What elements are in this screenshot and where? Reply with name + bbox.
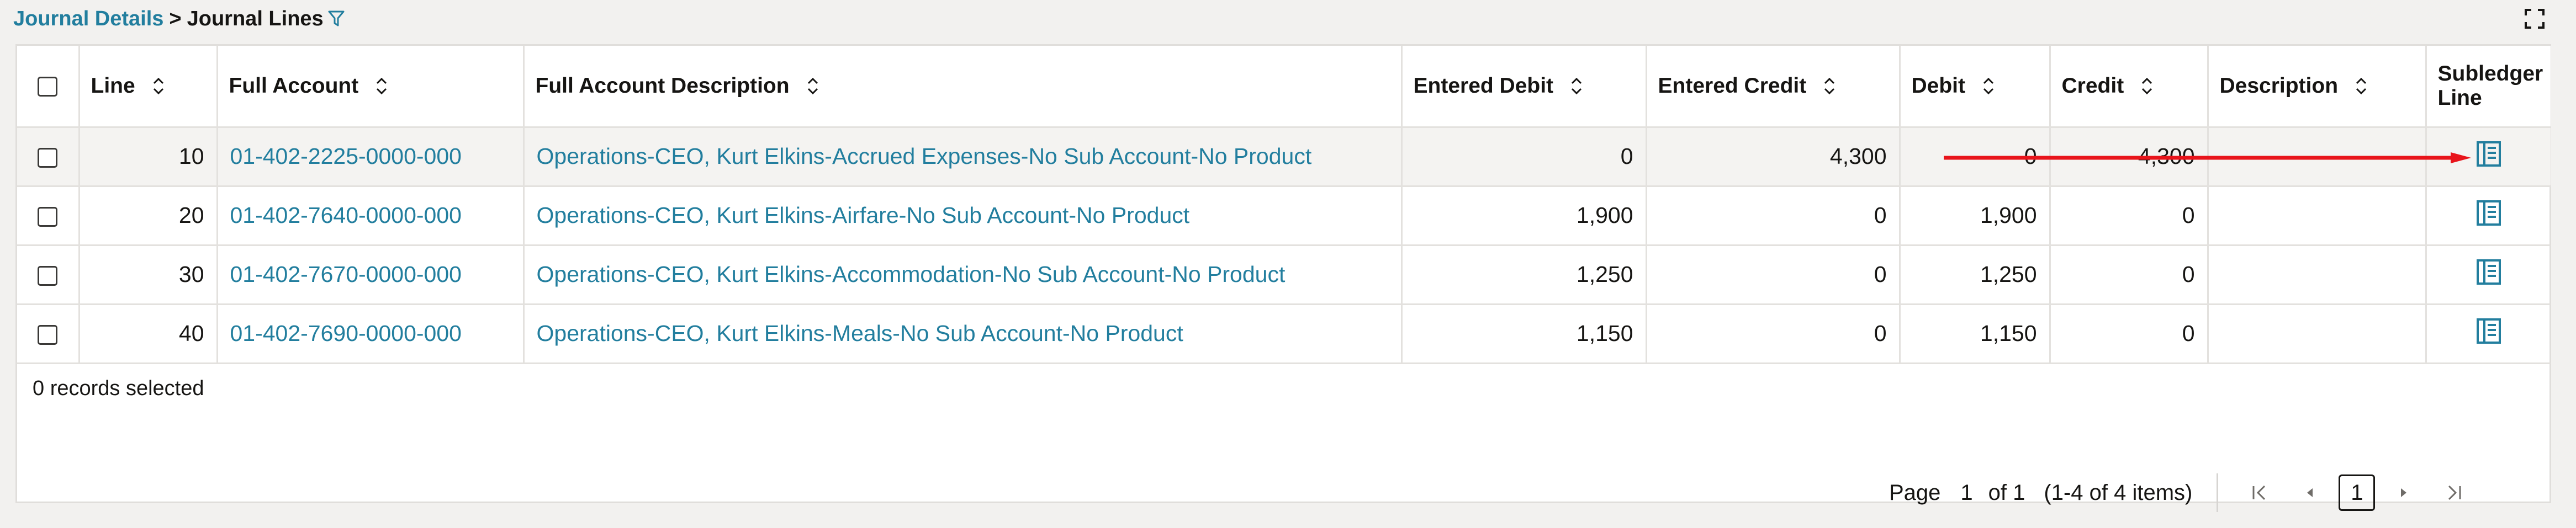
entered-debit: 1,150 <box>1401 304 1647 364</box>
row-checkbox[interactable] <box>38 148 58 168</box>
page-of-label: of 1 <box>1988 480 2025 505</box>
entered-debit: 1,900 <box>1401 186 1647 246</box>
pager-divider <box>2217 473 2219 512</box>
row-select-cell <box>17 304 80 364</box>
row-checkbox[interactable] <box>38 266 58 286</box>
column-header-credit[interactable]: Credit <box>2050 46 2209 128</box>
row-select-cell <box>17 186 80 246</box>
entered-credit: 0 <box>1646 245 1901 305</box>
select-all-header <box>17 46 80 128</box>
credit: 0 <box>2050 245 2209 305</box>
credit: 0 <box>2050 304 2209 364</box>
sort-icon[interactable] <box>1982 76 1995 96</box>
breadcrumb-separator: > <box>169 7 182 30</box>
journal-lines-panel: Line Full Account Full Account Descripti… <box>15 44 2551 512</box>
page-number-value: 1 <box>1960 480 1973 505</box>
full-account-link[interactable]: 01-402-2225-0000-000 <box>217 127 525 187</box>
full-account-link[interactable]: 01-402-7690-0000-000 <box>217 304 525 364</box>
sort-icon[interactable] <box>1823 76 1836 96</box>
select-all-checkbox[interactable] <box>38 77 58 97</box>
table-row[interactable]: 30 01-402-7670-0000-000 Operations-CEO, … <box>17 245 2551 305</box>
line-number: 40 <box>79 304 218 364</box>
filter-icon[interactable] <box>328 10 345 28</box>
table-row[interactable]: 20 01-402-7640-0000-000 Operations-CEO, … <box>17 186 2551 246</box>
full-account-link[interactable]: 01-402-7670-0000-000 <box>217 245 525 305</box>
row-checkbox[interactable] <box>38 207 58 227</box>
row-select-cell <box>17 127 80 187</box>
entered-credit: 0 <box>1646 304 1901 364</box>
current-page-button[interactable]: 1 <box>2339 474 2376 511</box>
entered-credit: 4,300 <box>1646 127 1901 187</box>
line-number: 30 <box>79 245 218 305</box>
entered-debit: 0 <box>1401 127 1647 187</box>
subledger-line-cell <box>2426 304 2551 364</box>
full-account-link[interactable]: 01-402-7640-0000-000 <box>217 186 525 246</box>
row-select-cell <box>17 245 80 305</box>
column-header-description[interactable]: Description <box>2208 46 2427 128</box>
previous-page-icon[interactable] <box>2284 473 2334 512</box>
journal-lines-table: Line Full Account Full Account Descripti… <box>17 46 2551 364</box>
description <box>2208 186 2427 246</box>
description <box>2208 245 2427 305</box>
breadcrumb-journal-details-link[interactable]: Journal Details <box>13 7 163 31</box>
entered-debit: 1,250 <box>1401 245 1647 305</box>
row-checkbox[interactable] <box>38 325 58 345</box>
column-header-line[interactable]: Line <box>79 46 218 128</box>
document-list-icon[interactable] <box>2474 199 2503 227</box>
column-header-subledger-line: Subledger Line <box>2426 46 2551 128</box>
table-row[interactable]: 40 01-402-7690-0000-000 Operations-CEO, … <box>17 304 2551 364</box>
debit: 1,150 <box>1900 304 2051 364</box>
full-account-description-link[interactable]: Operations-CEO, Kurt Elkins-Accrued Expe… <box>523 127 1403 187</box>
next-page-icon[interactable] <box>2379 473 2429 512</box>
full-account-description-link[interactable]: Operations-CEO, Kurt Elkins-Accommodatio… <box>523 245 1403 305</box>
sort-icon[interactable] <box>2140 76 2154 96</box>
expand-icon[interactable] <box>2524 8 2546 30</box>
full-account-description-link[interactable]: Operations-CEO, Kurt Elkins-Meals-No Sub… <box>523 304 1403 364</box>
sort-icon[interactable] <box>152 76 165 96</box>
full-account-description-link[interactable]: Operations-CEO, Kurt Elkins-Airfare-No S… <box>523 186 1403 246</box>
pagination: Page 1 of 1 (1-4 of 4 items) 1 <box>1889 468 2479 518</box>
description <box>2208 304 2427 364</box>
document-list-icon[interactable] <box>2474 317 2503 345</box>
sort-icon[interactable] <box>806 76 819 96</box>
column-header-full-account[interactable]: Full Account <box>217 46 525 128</box>
column-header-entered-credit[interactable]: Entered Credit <box>1646 46 1901 128</box>
first-page-icon[interactable] <box>2235 473 2284 512</box>
records-selected-status: 0 records selected <box>33 377 204 400</box>
line-number: 10 <box>79 127 218 187</box>
document-list-icon[interactable] <box>2474 140 2503 168</box>
page-title: Journal Lines <box>187 7 324 30</box>
line-number: 20 <box>79 186 218 246</box>
items-range-label: (1-4 of 4 items) <box>2044 480 2193 505</box>
breadcrumb: Journal Details > Journal Lines <box>13 2 345 35</box>
debit: 1,250 <box>1900 245 2051 305</box>
subledger-line-cell <box>2426 245 2551 305</box>
column-header-entered-debit[interactable]: Entered Debit <box>1401 46 1647 128</box>
sort-icon[interactable] <box>375 76 388 96</box>
last-page-icon[interactable] <box>2429 473 2479 512</box>
page-label: Page <box>1889 480 1941 505</box>
debit: 1,900 <box>1900 186 2051 246</box>
credit: 0 <box>2050 186 2209 246</box>
annotation-arrow <box>1944 152 2471 163</box>
sort-icon[interactable] <box>1570 76 1583 96</box>
sort-icon[interactable] <box>2355 76 2368 96</box>
column-header-full-account-description[interactable]: Full Account Description <box>523 46 1403 128</box>
entered-credit: 0 <box>1646 186 1901 246</box>
subledger-line-cell <box>2426 186 2551 246</box>
column-header-debit[interactable]: Debit <box>1900 46 2051 128</box>
document-list-icon[interactable] <box>2474 258 2503 286</box>
table-header-row: Line Full Account Full Account Descripti… <box>17 46 2551 128</box>
